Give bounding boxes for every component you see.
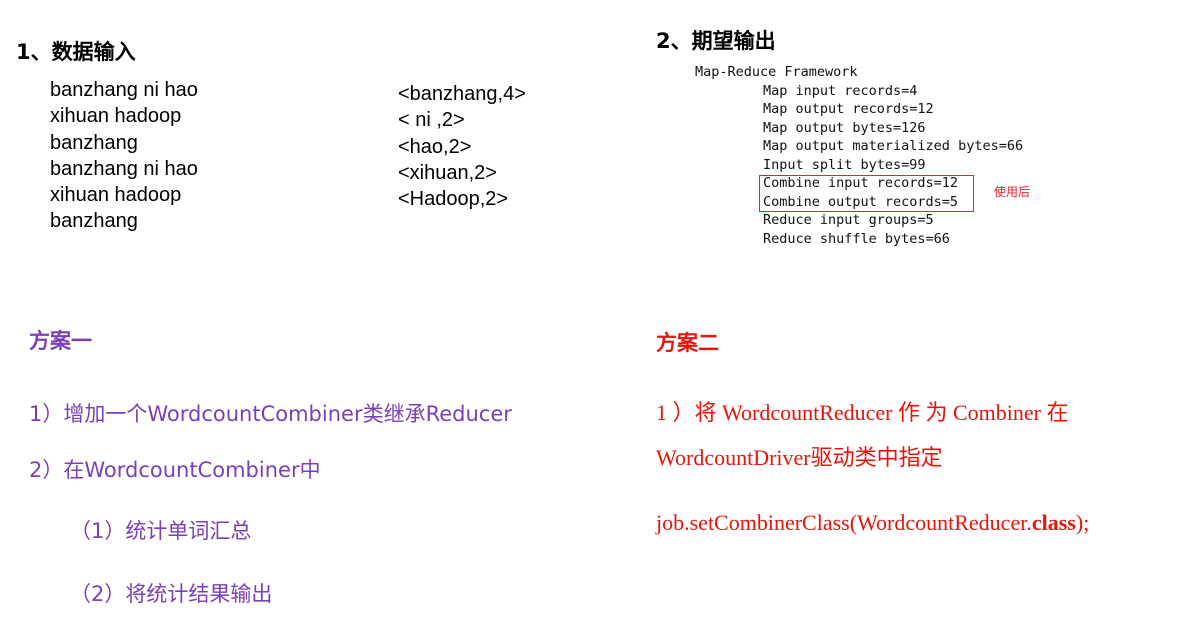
word-count-result-list: <banzhang,4> < ni ,2> <hao,2> <xihuan,2>…: [398, 81, 526, 212]
counter-line: Input split bytes=99: [763, 156, 926, 173]
counters-screenshot: Map-Reduce Framework Map input records=4…: [695, 63, 1023, 248]
input-line: banzhang ni hao: [50, 79, 198, 101]
result-line: <banzhang,4>: [398, 83, 526, 105]
input-line: banzhang ni hao: [50, 157, 198, 180]
plan1-substep1: （1）统计单词汇总: [70, 519, 252, 543]
plan1-substep2: （2）将统计结果输出: [70, 582, 273, 606]
input-line: xihuan hadoop: [50, 184, 182, 207]
counter-line: Map output bytes=126: [763, 119, 926, 136]
input-data-list: banzhang ni hao xihuan hadoop banzhang b…: [50, 77, 198, 235]
code-suffix: );: [1075, 510, 1090, 535]
result-line: <hao,2>: [398, 135, 472, 158]
plan1-step2: 2）在WordcountCombiner中: [29, 458, 321, 482]
plan1-step1: 1）增加一个WordcountCombiner类继承Reducer: [29, 402, 512, 426]
counter-line: Reduce input groups=5: [763, 212, 934, 228]
section2-title: 2、期望输出: [656, 29, 776, 53]
result-line: < ni ,2>: [398, 109, 465, 132]
input-line: xihuan hadoop: [50, 105, 182, 128]
result-line: <xihuan,2>: [398, 161, 497, 184]
plan2-title: 方案二: [656, 331, 719, 355]
counter-line: Map output materialized bytes=66: [763, 138, 1024, 154]
counter-line: Reduce shuffle bytes=66: [763, 230, 950, 247]
plan2-line1: 1 ）将 WordcountReducer 作 为 Combiner 在: [656, 400, 1069, 425]
counter-line: Map input records=4: [763, 82, 918, 99]
input-line: banzhang: [50, 131, 138, 154]
plan2-code: job.setCombinerClass(WordcountReducer.cl…: [656, 510, 1089, 536]
code-prefix: job.setCombinerClass(WordcountReducer.: [656, 510, 1032, 535]
combine-highlight-box: [759, 175, 974, 212]
after-note: 使用后: [994, 185, 1031, 199]
framework-header: Map-Reduce Framework: [695, 64, 858, 80]
input-line: banzhang: [50, 210, 138, 233]
counter-line: Map output records=12: [763, 101, 934, 117]
section1-title: 1、数据输入: [16, 40, 136, 64]
plan2-line2: WordcountDriver驱动类中指定: [656, 445, 943, 470]
result-line: <Hadoop,2>: [398, 188, 509, 211]
code-keyword: class: [1031, 510, 1076, 535]
plan1-title: 方案一: [29, 329, 92, 353]
